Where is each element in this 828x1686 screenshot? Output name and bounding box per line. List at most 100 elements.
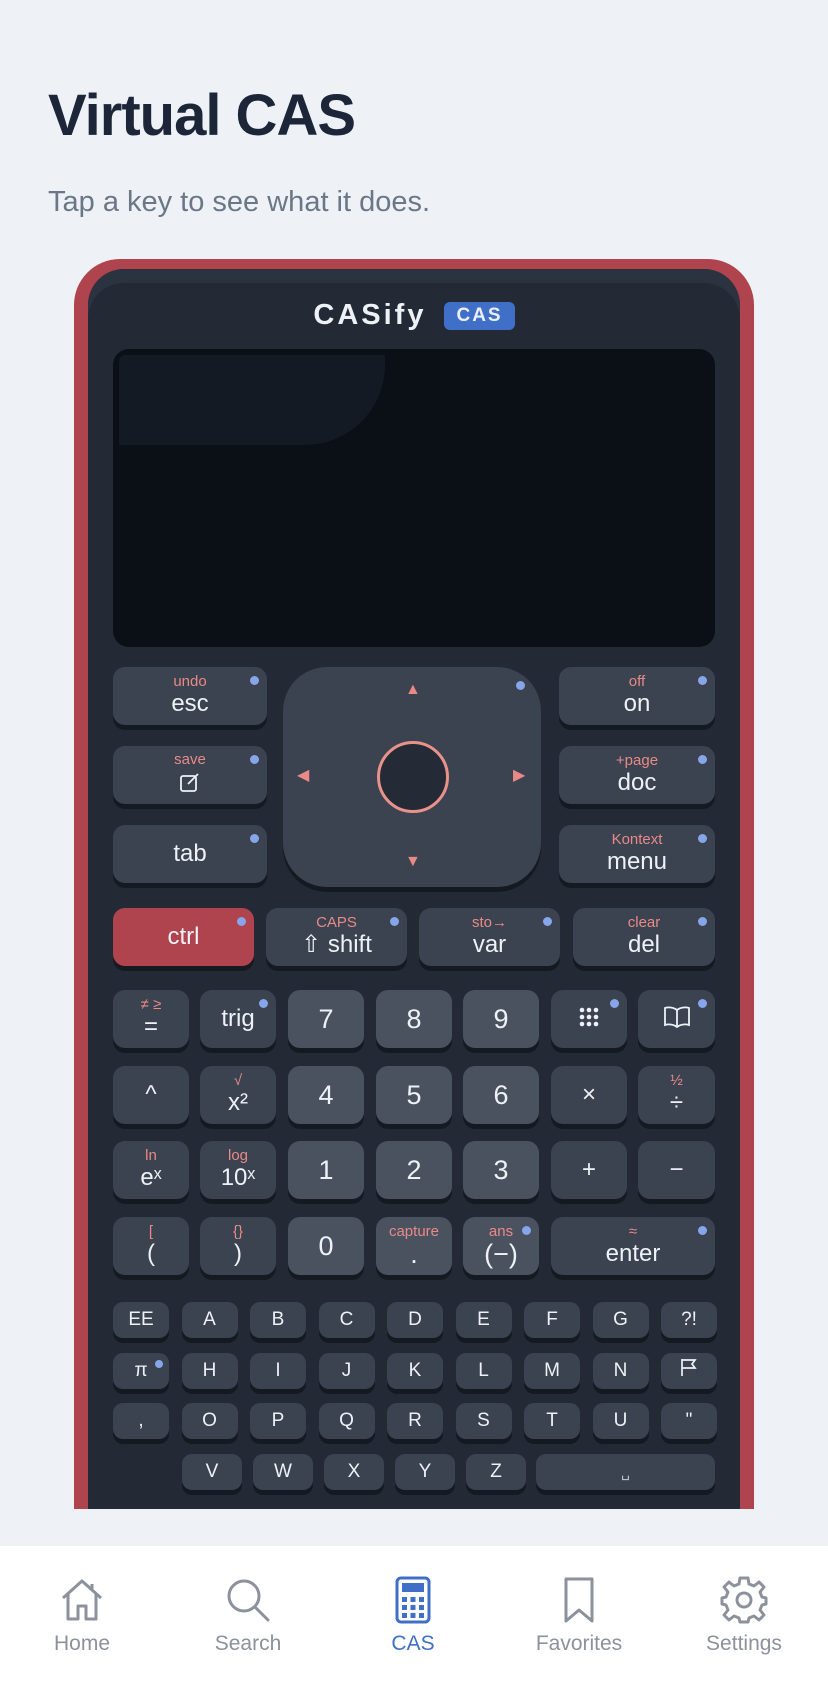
key-multiply[interactable]: ×	[551, 1066, 627, 1124]
alpha-key-q[interactable]: Q	[318, 1403, 375, 1439]
alpha-key-z[interactable]: Z	[466, 1454, 526, 1490]
alpha-key-c[interactable]: C	[318, 1302, 375, 1338]
alpha-key-s[interactable]: S	[455, 1403, 512, 1439]
alpha-key-x[interactable]: X	[324, 1454, 384, 1490]
arrow-down-icon[interactable]: ▼	[405, 853, 421, 871]
key-secondary-label: save	[174, 751, 206, 768]
alpha-key-w[interactable]: W	[253, 1454, 313, 1490]
key-templates[interactable]	[551, 990, 627, 1048]
key-equals[interactable]: ≠ ≥ =	[113, 990, 189, 1048]
key-plus[interactable]: +	[551, 1141, 627, 1199]
key-lparen[interactable]: [ (	[113, 1217, 189, 1275]
alpha-key-p[interactable]: P	[250, 1403, 306, 1439]
key-label: var	[472, 931, 507, 958]
key-1[interactable]: 1	[288, 1141, 364, 1199]
arrow-up-icon[interactable]: ▲	[405, 681, 421, 699]
dpad-center-button[interactable]	[377, 741, 449, 813]
key-secondary-label: capture	[388, 1223, 440, 1240]
calculator-screen	[113, 349, 715, 647]
alpha-key-v[interactable]: V	[182, 1454, 242, 1490]
key-4[interactable]: 4	[288, 1066, 364, 1124]
key-8[interactable]: 8	[376, 990, 452, 1048]
alpha-key-i[interactable]: I	[250, 1353, 306, 1389]
key-pow10[interactable]: log 10ˣ	[200, 1141, 276, 1199]
alpha-key-sym-1-0[interactable]: π	[113, 1353, 169, 1389]
key-label: eˣ	[140, 1164, 162, 1191]
key-rparen[interactable]: {} )	[200, 1217, 276, 1275]
key-label: doc	[617, 769, 657, 796]
key-trig[interactable]: trig	[200, 990, 276, 1048]
alpha-key-o[interactable]: O	[181, 1403, 238, 1439]
dpad[interactable]: ▲ ▼ ◀ ▶	[283, 667, 541, 887]
key-ctrl[interactable]: ctrl	[113, 908, 254, 966]
key-label: esc	[171, 690, 209, 717]
alpha-key-t[interactable]: T	[524, 1403, 580, 1439]
key-minus[interactable]: −	[638, 1141, 715, 1199]
indicator-dot	[259, 999, 268, 1008]
key-label: M	[544, 1360, 560, 1381]
key-caret[interactable]: ^	[113, 1066, 189, 1124]
key-0[interactable]: 0	[288, 1217, 364, 1275]
alpha-key-sym-2-0[interactable]: ,	[113, 1403, 169, 1439]
indicator-dot	[698, 917, 707, 926]
alpha-key-l[interactable]: L	[455, 1353, 512, 1389]
alpha-key-e[interactable]: E	[455, 1302, 512, 1338]
tab-cas[interactable]: CAS	[343, 1574, 483, 1656]
arrow-right-icon[interactable]: ▶	[513, 765, 525, 785]
key-secondary-label: ln	[145, 1147, 157, 1164]
alpha-key-u[interactable]: U	[592, 1403, 649, 1439]
key-var[interactable]: sto→ var	[419, 908, 560, 966]
key-exp[interactable]: ln eˣ	[113, 1141, 189, 1199]
key-label: S	[477, 1410, 490, 1431]
tab-home[interactable]: Home	[12, 1574, 152, 1656]
alpha-key-space[interactable]: ␣	[536, 1454, 715, 1490]
key-square[interactable]: √ x²	[200, 1066, 276, 1124]
alpha-key-sym-0-8[interactable]: ?!	[661, 1302, 717, 1338]
alpha-key-b[interactable]: B	[250, 1302, 306, 1338]
key-enter[interactable]: ≈ enter	[551, 1217, 715, 1275]
alpha-key-sym-2-8[interactable]: "	[661, 1403, 717, 1439]
key-7[interactable]: 7	[288, 990, 364, 1048]
alpha-key-g[interactable]: G	[592, 1302, 649, 1338]
key-divide[interactable]: ½ ÷	[638, 1066, 715, 1124]
alpha-key-m[interactable]: M	[524, 1353, 580, 1389]
key-2[interactable]: 2	[376, 1141, 452, 1199]
key-del[interactable]: clear del	[573, 908, 715, 966]
key-5[interactable]: 5	[376, 1066, 452, 1124]
indicator-dot	[250, 676, 259, 685]
key-3[interactable]: 3	[463, 1141, 539, 1199]
key-esc[interactable]: undo esc	[113, 667, 267, 725]
tab-search[interactable]: Search	[178, 1574, 318, 1656]
key-label: H	[202, 1360, 217, 1381]
key-secondary-label: √	[233, 1072, 243, 1089]
cas-badge: CAS	[444, 301, 515, 330]
key-on[interactable]: off on	[559, 667, 715, 725]
key-label: ÷	[669, 1089, 684, 1116]
key-menu[interactable]: Kontext menu	[559, 825, 715, 883]
alpha-key-k[interactable]: K	[387, 1353, 443, 1389]
key-negate[interactable]: ans (−)	[463, 1217, 539, 1275]
alpha-key-n[interactable]: N	[592, 1353, 649, 1389]
tab-favorites[interactable]: Favorites	[509, 1574, 649, 1656]
tab-settings[interactable]: Settings	[674, 1574, 814, 1656]
key-tab[interactable]: tab	[113, 825, 267, 883]
alpha-key-r[interactable]: R	[387, 1403, 443, 1439]
key-decimal[interactable]: capture .	[376, 1217, 452, 1275]
key-shift[interactable]: CAPS ⇧ shift	[266, 908, 407, 966]
key-label: C	[339, 1309, 354, 1330]
bottom-tab-bar: Home Search CAS Favorites Settings	[0, 1546, 828, 1686]
key-doc[interactable]: +page doc	[559, 746, 715, 804]
key-6[interactable]: 6	[463, 1066, 539, 1124]
alpha-key-f[interactable]: F	[524, 1302, 580, 1338]
key-catalog[interactable]	[638, 990, 715, 1048]
alpha-key-y[interactable]: Y	[395, 1454, 455, 1490]
alpha-key-d[interactable]: D	[387, 1302, 443, 1338]
alpha-key-j[interactable]: J	[318, 1353, 375, 1389]
alpha-key-h[interactable]: H	[181, 1353, 238, 1389]
arrow-left-icon[interactable]: ◀	[297, 765, 309, 785]
alpha-key-flag[interactable]	[661, 1353, 717, 1389]
key-save[interactable]: save	[113, 746, 267, 804]
alpha-key-ee[interactable]: EE	[113, 1302, 169, 1338]
key-9[interactable]: 9	[463, 990, 539, 1048]
alpha-key-a[interactable]: A	[181, 1302, 238, 1338]
